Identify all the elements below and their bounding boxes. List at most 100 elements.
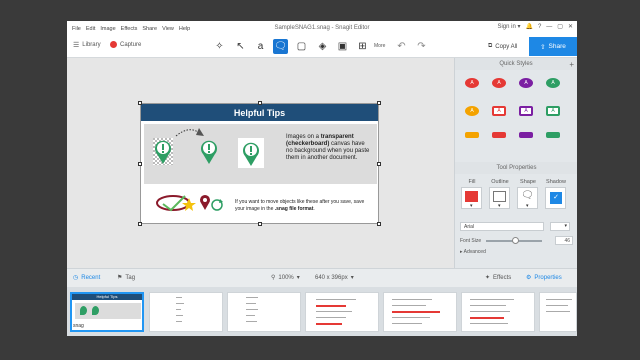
copy-all-button[interactable]: ⧉ Copy All [488,40,517,53]
resize-handle[interactable] [138,162,142,166]
style-red-callout-icon[interactable]: A [492,78,506,88]
resize-handle[interactable] [258,101,262,105]
pin-icon [201,140,217,164]
style-green-arrow-icon[interactable] [546,132,560,138]
tray-thumbnail[interactable] [305,292,379,332]
minimize-button[interactable]: — [546,24,552,30]
tag-tab[interactable]: ⚑ Tag [117,274,135,282]
resize-handle[interactable] [377,101,381,105]
effects-button[interactable]: ✦ Effects [485,274,511,282]
menu-effects[interactable]: Effects [121,26,138,32]
canvas-area[interactable]: Helpful Tips Images on a transparent (ch… [67,58,454,268]
clock-icon: ◷ [73,275,79,281]
shadow-label: Shadow [546,179,566,185]
text-tool-icon[interactable]: a [253,39,268,54]
style-orange-callout-icon[interactable]: A [465,106,479,116]
tip-description-text: Images on a [286,134,321,140]
library-button[interactable]: ☰ Library [73,41,101,49]
style-red-callout-icon[interactable]: A [465,78,479,88]
capture-button[interactable]: Capture [110,41,141,48]
shape-label: Shape [520,179,536,185]
zoom-control[interactable]: ⚲ 100% ▾ [271,274,300,282]
help-icon[interactable]: ? [538,24,541,30]
resize-handle[interactable] [258,222,262,226]
tag-icon: ⚑ [117,275,123,281]
shadow-picker[interactable]: ✓ [545,187,566,209]
copy-all-label: Copy All [495,43,518,50]
share-icon: ⇧ [540,43,546,51]
sign-in-button[interactable]: Sign in ▾ [497,23,520,30]
style-purple-box-icon[interactable]: A [519,106,533,116]
arrow-tool-icon[interactable]: ↖ [233,39,248,54]
chevron-down-icon: ▾ [498,203,501,209]
maximize-button[interactable]: ▢ [557,23,563,30]
share-button[interactable]: ⇧ Share [529,37,577,56]
font-select[interactable]: Arial [460,222,544,231]
style-green-callout-icon[interactable]: A [546,78,560,88]
quick-styles-title: Quick Styles [499,61,533,67]
stamp-tool-icon[interactable]: ▣ [335,39,350,54]
font-size-input[interactable]: 46 [555,236,573,245]
tray-thumbnail[interactable] [539,292,577,332]
font-color-picker[interactable]: ▾ [550,222,570,231]
resize-handle[interactable] [138,222,142,226]
recent-tab[interactable]: ◷ Recent [73,274,100,282]
tool-properties-grid: Fill Outline Shape Shadow ▾ ▾ 🗨 ▾ ✓ [455,179,577,214]
chevron-down-icon: ▾ [296,275,300,281]
bell-icon[interactable]: 🔔 [525,23,532,30]
fill-tool-icon[interactable]: ◈ [315,39,330,54]
copy-icon: ⧉ [488,43,493,49]
menu-edit[interactable]: Edit [86,26,95,32]
canvas-image[interactable]: Helpful Tips Images on a transparent (ch… [138,101,381,226]
menu-image[interactable]: Image [100,26,115,32]
library-label: Library [82,42,101,48]
style-purple-callout-icon[interactable]: A [519,78,533,88]
style-orange-arrow-icon[interactable] [465,132,479,138]
add-style-icon[interactable]: + [569,60,574,69]
move-tool-icon[interactable]: ✧ [212,39,227,54]
image-size-control[interactable]: 640 x 396px ▾ [315,274,354,282]
style-purple-arrow-icon[interactable] [519,132,533,138]
menu-share[interactable]: Share [142,26,157,32]
menu-help[interactable]: Help [179,26,190,32]
properties-sidebar: Quick Styles + A A A A A A A A Tool Prop… [454,58,577,268]
menu-file[interactable]: File [72,26,81,32]
callout-tool-icon[interactable]: 🗨 [273,39,288,54]
resize-handle[interactable] [377,162,381,166]
snagit-window: File Edit Image Effects Share View Help … [67,21,577,336]
crop-tool-icon[interactable]: ⊞ [355,39,370,54]
resize-handle[interactable] [138,101,142,105]
shape-picker[interactable]: 🗨 ▾ [517,187,538,209]
effects-icon: ✦ [485,275,491,281]
slider-handle[interactable] [512,236,520,244]
tray-thumbnail[interactable] [461,292,535,332]
tip-description: Images on a transparent (checkerboard) c… [286,134,372,162]
style-red-box-icon[interactable]: A [492,106,506,116]
gear-icon: ⚙ [526,275,532,281]
recent-tray: Helpful Tips snag [67,287,577,336]
properties-button[interactable]: ⚙ Properties [526,274,562,282]
fill-swatch [465,191,478,202]
dotted-arrow-icon [175,128,204,137]
undo-icon[interactable]: ↶ [394,39,409,54]
redo-icon[interactable]: ↷ [414,39,429,54]
tray-thumbnail[interactable] [383,292,457,332]
properties-label: Properties [534,274,562,281]
fill-color-picker[interactable]: ▾ [461,187,482,209]
advanced-toggle[interactable]: ▸ Advanced [460,249,486,255]
tool-properties-title: Tool Properties [496,165,537,171]
style-green-box-icon[interactable]: A [546,106,560,116]
resize-handle[interactable] [377,222,381,226]
style-red-arrow-icon[interactable] [492,132,506,138]
more-tools-button[interactable]: More [374,43,385,49]
shape-tool-icon[interactable]: ▢ [294,39,309,54]
capture-icon [110,41,117,48]
tray-thumbnail[interactable] [149,292,223,332]
outline-picker[interactable]: ▾ [489,187,510,209]
checkerboard-pin-icon [153,138,173,165]
menu-view[interactable]: View [162,26,174,32]
tray-thumbnail[interactable]: Helpful Tips snag [70,292,144,332]
tray-thumbnail[interactable] [227,292,301,332]
close-button[interactable]: ✕ [568,23,573,30]
font-size-slider[interactable] [486,236,543,244]
